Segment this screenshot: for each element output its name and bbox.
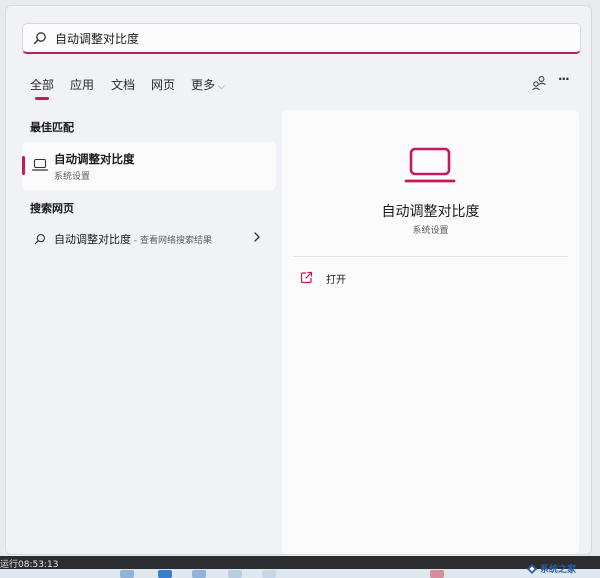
divider [293, 256, 568, 257]
search-box[interactable] [22, 23, 581, 54]
taskbar-app-icon[interactable] [158, 570, 172, 578]
taskbar-app-icon[interactable] [192, 570, 206, 578]
open-external-icon [300, 271, 313, 284]
search-icon [34, 233, 46, 245]
taskbar-app-icon[interactable] [228, 570, 242, 578]
search-icon [33, 32, 46, 45]
taskbar-app-icon[interactable] [262, 570, 276, 578]
watermark-logo-icon [527, 564, 537, 574]
tab-documents[interactable]: 文档 [111, 76, 135, 93]
tab-apps[interactable]: 应用 [70, 76, 94, 93]
laptop-icon [404, 147, 456, 183]
open-action[interactable]: 打开 [300, 270, 420, 288]
detail-pane: 自动调整对比度 系统设置 打开 [282, 110, 579, 554]
watermark-brand: 系统之家 [540, 565, 577, 575]
web-search-label: 自动调整对比度 - 查看网络搜索结果 [54, 233, 212, 246]
best-match-result[interactable]: 自动调整对比度 系统设置 [22, 142, 276, 190]
chevron-down-icon: ⌵ [218, 82, 225, 92]
detail-title: 自动调整对比度 [381, 204, 480, 220]
best-match-subtitle: 系统设置 [54, 172, 91, 182]
best-match-title: 自动调整对比度 [54, 152, 135, 166]
search-input[interactable] [55, 27, 555, 49]
search-panel: 全部 应用 文档 网页 更多⌵ ··· 最佳匹配 自动调整对比度 系统设置 搜索… [5, 5, 592, 555]
open-label: 打开 [326, 275, 346, 286]
chevron-right-icon [254, 232, 260, 242]
taskbar-app-icon[interactable] [120, 570, 134, 578]
detail-subtitle: 系统设置 [412, 226, 449, 236]
best-match-heading: 最佳匹配 [30, 121, 74, 134]
laptop-icon [32, 158, 48, 171]
search-web-heading: 搜索网页 [30, 202, 74, 215]
tab-more[interactable]: 更多 ⌵ [191, 76, 225, 93]
taskbar: 运行08:53:13 [0, 556, 600, 578]
more-ellipsis-icon[interactable]: ··· [558, 72, 574, 88]
selection-indicator [22, 156, 25, 175]
tab-web[interactable]: 网页 [151, 76, 175, 93]
taskbar-app-icon[interactable] [430, 570, 444, 578]
taskbar-strip [0, 569, 600, 578]
people-network-icon[interactable] [531, 75, 547, 91]
web-search-result[interactable]: 自动调整对比度 - 查看网络搜索结果 [22, 228, 276, 250]
tab-all[interactable]: 全部 [30, 76, 54, 100]
